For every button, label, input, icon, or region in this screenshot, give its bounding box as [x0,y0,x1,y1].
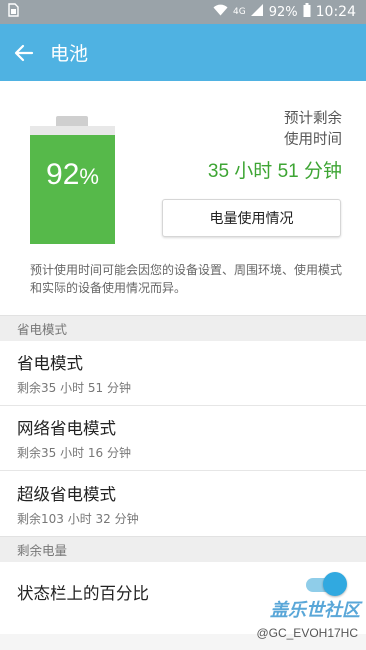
estimate-label: 预计剩余 使用时间 [284,109,342,151]
battery-percent: 92% [30,158,115,192]
page-title: 电池 [50,43,89,65]
section-header-remaining: 剩余电量 [0,536,366,562]
list-item-subtitle: 剩余103 小时 32 分钟 [17,511,139,526]
estimated-time: 35 小时 51 分钟 [207,161,342,182]
section-header-power-saving: 省电模式 [0,315,366,341]
back-arrow-icon[interactable] [14,42,36,64]
list-item-power-saving-mode[interactable]: 省电模式 剩余35 小时 51 分钟 [0,341,366,406]
watermark-logo: 盖乐世社区 [270,600,360,621]
list-item-ultra-power-saving[interactable]: 超级省电模式 剩余103 小时 32 分钟 [0,471,366,536]
list-item-title: 省电模式 [17,354,83,373]
list-item-title: 网络省电模式 [17,419,116,438]
list-item-subtitle: 剩余35 小时 51 分钟 [17,381,131,395]
sim-card-icon [8,3,19,21]
battery-graphic: 92% [30,126,115,244]
list-item-title: 超级省电模式 [17,484,116,504]
list-item-subtitle: 剩余35 小时 16 分钟 [17,446,131,460]
switch-knob [323,572,347,596]
clock: 10:24 [315,4,356,20]
battery-card: 92% 预计剩余 使用时间 35 小时 51 分钟 电量使用情况 预计使用时间可… [0,81,366,315]
battery-percent-number: 92 [46,158,80,191]
percent-toggle-switch[interactable] [306,572,347,596]
status-bar: 4G 92% 10:24 [0,0,366,24]
app-bar: 电池 [0,24,366,81]
estimate-note: 预计使用时间可能会因您的设备设置、周围环境、使用模式和实际的设备使用情况而异。 [30,263,343,295]
list-item-network-power-saving[interactable]: 网络省电模式 剩余35 小时 16 分钟 [0,406,366,471]
battery-icon [303,3,311,21]
battery-status-text: 92% [268,4,298,20]
wifi-icon [213,4,228,20]
battery-cap [56,116,88,126]
battery-usage-button[interactable]: 电量使用情况 [162,199,341,237]
watermark-username: @GC_EVOH17HC [256,626,358,640]
network-type: 4G [233,7,246,17]
estimate-label-line1: 预计剩余 [284,111,342,127]
signal-icon [250,4,264,20]
estimate-label-line2: 使用时间 [284,132,342,148]
battery-percent-unit: % [79,164,99,189]
